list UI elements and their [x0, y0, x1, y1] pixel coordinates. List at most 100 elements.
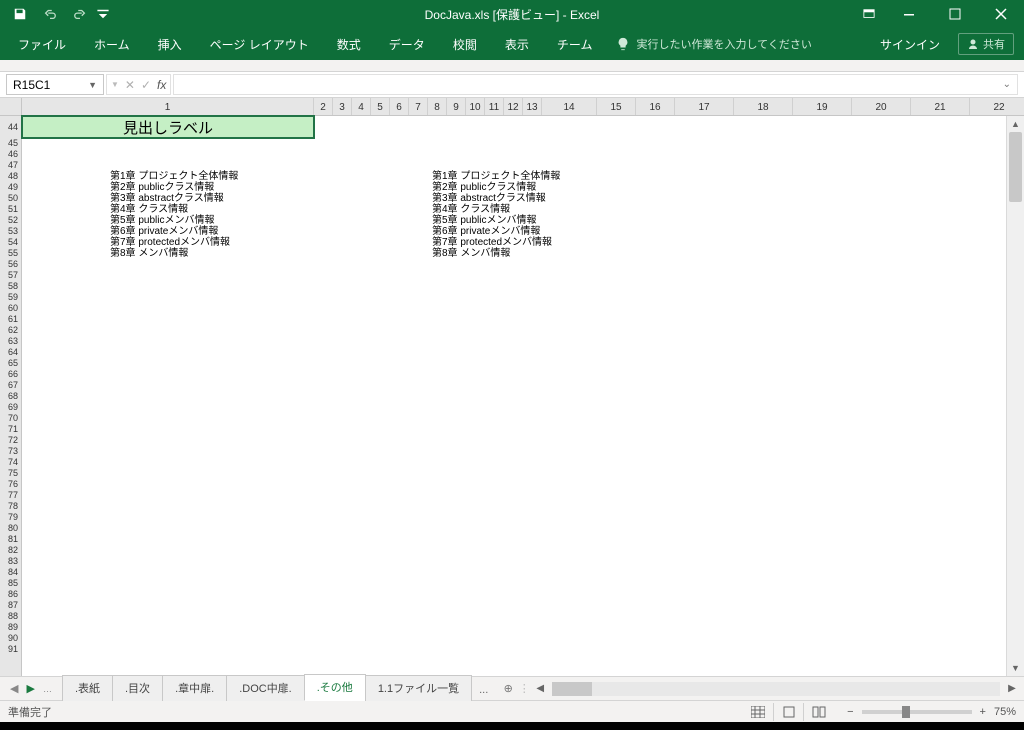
- row-header[interactable]: 77: [0, 490, 21, 501]
- tab-insert[interactable]: 挿入: [144, 28, 196, 60]
- zoom-slider[interactable]: [862, 710, 972, 714]
- sheet-tab-more[interactable]: ...: [471, 680, 496, 700]
- row-header[interactable]: 69: [0, 402, 21, 413]
- row-header[interactable]: 44: [0, 116, 21, 138]
- tab-divider[interactable]: ⋮: [520, 677, 528, 700]
- row-header[interactable]: 89: [0, 622, 21, 633]
- tab-data[interactable]: データ: [375, 28, 439, 60]
- row-header[interactable]: 74: [0, 457, 21, 468]
- row-header[interactable]: 82: [0, 545, 21, 556]
- horizontal-scrollbar[interactable]: ◀ ▶: [528, 677, 1024, 700]
- column-header[interactable]: 3: [333, 98, 352, 115]
- row-header[interactable]: 49: [0, 182, 21, 193]
- column-header[interactable]: 2: [314, 98, 333, 115]
- column-header[interactable]: 12: [504, 98, 523, 115]
- ribbon-display-options-button[interactable]: [852, 0, 886, 28]
- hscroll-thumb[interactable]: [552, 682, 592, 696]
- save-button[interactable]: [6, 2, 34, 26]
- row-header[interactable]: 53: [0, 226, 21, 237]
- column-header[interactable]: 6: [390, 98, 409, 115]
- row-header[interactable]: 50: [0, 193, 21, 204]
- column-header[interactable]: 11: [485, 98, 504, 115]
- row-header[interactable]: 57: [0, 270, 21, 281]
- row-header[interactable]: 72: [0, 435, 21, 446]
- vertical-scrollbar[interactable]: ▲ ▼: [1006, 116, 1024, 676]
- sheet-tab[interactable]: .目次: [112, 675, 163, 701]
- column-header[interactable]: 22: [970, 98, 1024, 115]
- hscroll-right[interactable]: ▶: [1004, 683, 1020, 694]
- accept-button[interactable]: ✓: [141, 78, 151, 92]
- sheet-nav-prev[interactable]: ◀: [10, 682, 18, 695]
- sheet-nav-next[interactable]: ▶: [26, 682, 34, 695]
- sheet-nav-more[interactable]: …: [43, 684, 52, 694]
- row-header[interactable]: 63: [0, 336, 21, 347]
- row-header[interactable]: 83: [0, 556, 21, 567]
- row-header[interactable]: 60: [0, 303, 21, 314]
- maximize-button[interactable]: [932, 0, 978, 28]
- row-header[interactable]: 51: [0, 204, 21, 215]
- sheet-tab[interactable]: .表紙: [62, 675, 113, 701]
- row-header[interactable]: 91: [0, 644, 21, 655]
- minimize-button[interactable]: [886, 0, 932, 28]
- row-header[interactable]: 86: [0, 589, 21, 600]
- scroll-down-button[interactable]: ▼: [1007, 660, 1024, 676]
- column-header[interactable]: 7: [409, 98, 428, 115]
- page-break-view-button[interactable]: [803, 703, 833, 721]
- qat-customize-button[interactable]: [96, 2, 110, 26]
- row-header[interactable]: 64: [0, 347, 21, 358]
- scroll-thumb[interactable]: [1009, 132, 1022, 202]
- row-header[interactable]: 78: [0, 501, 21, 512]
- zoom-in-button[interactable]: +: [980, 706, 986, 718]
- row-header[interactable]: 46: [0, 149, 21, 160]
- page-layout-view-button[interactable]: [773, 703, 803, 721]
- row-header[interactable]: 84: [0, 567, 21, 578]
- tab-file[interactable]: ファイル: [4, 28, 80, 60]
- row-header[interactable]: 59: [0, 292, 21, 303]
- sheet-tab[interactable]: .DOC中扉.: [226, 675, 305, 701]
- new-sheet-button[interactable]: ⊕: [496, 677, 520, 700]
- row-header[interactable]: 62: [0, 325, 21, 336]
- column-header[interactable]: 18: [734, 98, 793, 115]
- expand-formula-bar-icon[interactable]: ⌄: [1003, 79, 1011, 90]
- scroll-up-button[interactable]: ▲: [1007, 116, 1024, 132]
- row-header[interactable]: 75: [0, 468, 21, 479]
- row-header[interactable]: 88: [0, 611, 21, 622]
- zoom-level[interactable]: 75%: [994, 706, 1016, 718]
- row-header[interactable]: 45: [0, 138, 21, 149]
- worksheet-grid[interactable]: 4445464748495051525354555657585960616263…: [0, 116, 1024, 676]
- column-header[interactable]: 13: [523, 98, 542, 115]
- column-header[interactable]: 16: [636, 98, 675, 115]
- row-header[interactable]: 48: [0, 171, 21, 182]
- row-header[interactable]: 61: [0, 314, 21, 325]
- sheet-canvas[interactable]: 見出しラベル 第1章 プロジェクト全体情報第2章 publicクラス情報第3章 …: [22, 116, 1006, 676]
- row-header[interactable]: 56: [0, 259, 21, 270]
- row-header[interactable]: 52: [0, 215, 21, 226]
- tab-formulas[interactable]: 数式: [323, 28, 375, 60]
- row-header[interactable]: 66: [0, 369, 21, 380]
- tab-view[interactable]: 表示: [491, 28, 543, 60]
- row-header[interactable]: 54: [0, 237, 21, 248]
- tab-review[interactable]: 校閲: [439, 28, 491, 60]
- row-header[interactable]: 65: [0, 358, 21, 369]
- row-header[interactable]: 55: [0, 248, 21, 259]
- zoom-knob[interactable]: [902, 706, 910, 718]
- column-header[interactable]: 10: [466, 98, 485, 115]
- heading-label-cell[interactable]: 見出しラベル: [22, 116, 314, 138]
- tell-me-search[interactable]: 実行したい作業を入力してください: [606, 36, 811, 52]
- zoom-out-button[interactable]: −: [847, 706, 853, 718]
- sheet-tab[interactable]: .章中扉.: [162, 675, 227, 701]
- row-header[interactable]: 70: [0, 413, 21, 424]
- row-header[interactable]: 85: [0, 578, 21, 589]
- undo-button[interactable]: [36, 2, 64, 26]
- column-header[interactable]: 19: [793, 98, 852, 115]
- row-header[interactable]: 76: [0, 479, 21, 490]
- column-header[interactable]: 4: [352, 98, 371, 115]
- share-button[interactable]: 共有: [958, 33, 1014, 55]
- normal-view-button[interactable]: [743, 703, 773, 721]
- row-header[interactable]: 79: [0, 512, 21, 523]
- column-header[interactable]: 1: [22, 98, 314, 115]
- column-header[interactable]: 8: [428, 98, 447, 115]
- tab-team[interactable]: チーム: [543, 28, 607, 60]
- hscroll-left[interactable]: ◀: [532, 683, 548, 694]
- row-header[interactable]: 80: [0, 523, 21, 534]
